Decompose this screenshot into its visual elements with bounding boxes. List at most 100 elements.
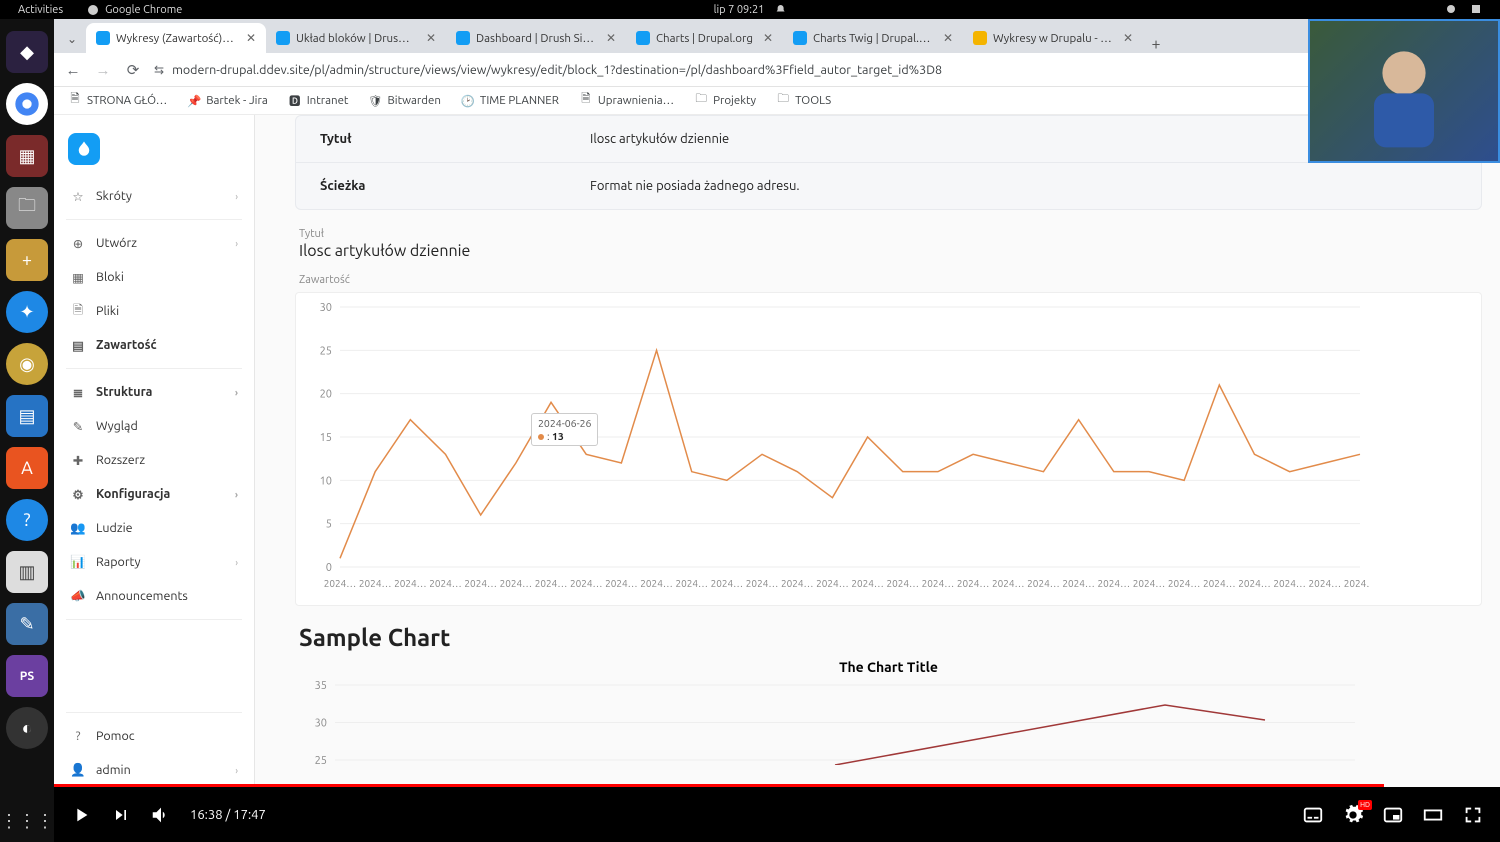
dock-files[interactable]: 🗀 — [6, 187, 48, 229]
dock-app[interactable]: ◉ — [6, 343, 48, 385]
browser-tab[interactable]: Wykresy w Drupalu - Pre ✕ — [963, 23, 1143, 53]
bookmark-item[interactable]: 🗀Projekty — [694, 94, 756, 108]
bookmark-icon: 🗎 — [68, 94, 82, 108]
sidebar-item-label: Rozszerz — [96, 453, 145, 467]
sidebar-item-zawartość[interactable]: ▤ Zawartość — [54, 328, 254, 362]
close-tab-icon[interactable]: ✕ — [939, 31, 953, 45]
svg-text:2024…: 2024… — [992, 578, 1025, 589]
sidebar-item-pomoc[interactable]: ? Pomoc — [54, 719, 254, 753]
url-field[interactable]: ⇆ modern-drupal.ddev.site/pl/admin/struc… — [154, 63, 1383, 77]
dock-app[interactable]: ▦ — [6, 135, 48, 177]
bookmark-item[interactable]: 🗀TOOLS — [776, 94, 831, 108]
close-tab-icon[interactable]: ✕ — [1119, 31, 1133, 45]
plus-circle-icon: ⊕ — [70, 235, 86, 251]
fullscreen-icon[interactable] — [1462, 804, 1484, 826]
chevron-right-icon: › — [235, 557, 238, 568]
dock-app[interactable]: ◆ — [6, 31, 48, 73]
chart-container: 0510152025302024…2024…2024…2024…2024…202… — [295, 292, 1482, 606]
tab-title: Charts | Drupal.org — [656, 32, 753, 45]
bookmark-icon: 🕑 — [461, 94, 475, 108]
next-icon[interactable] — [110, 804, 132, 826]
settings-icon[interactable] — [1342, 804, 1364, 826]
miniplayer-icon[interactable] — [1382, 804, 1404, 826]
sidebar-item-utwórz[interactable]: ⊕ Utwórz › — [54, 226, 254, 260]
sidebar-item-pliki[interactable]: 🗎 Pliki — [54, 294, 254, 328]
page-content: ☆ Skróty › ⊕ Utwórz › ▦ Bloki 🗎 Pliki ▤ … — [54, 115, 1500, 787]
dock-app[interactable]: A — [6, 447, 48, 489]
bookmark-item[interactable]: 🕑TIME PLANNER — [461, 94, 559, 108]
dock-help[interactable]: ? — [6, 499, 48, 541]
svg-text:2024…: 2024… — [429, 578, 462, 589]
close-tab-icon[interactable]: ✕ — [422, 31, 436, 45]
list-icon: ▤ — [70, 337, 86, 353]
bookmark-item[interactable]: 🅳Intranet — [288, 94, 349, 108]
dock-app[interactable]: ✦ — [6, 291, 48, 333]
new-tab-button[interactable]: + — [1143, 35, 1169, 53]
back-icon[interactable]: ← — [64, 61, 82, 79]
svg-text:30: 30 — [320, 302, 332, 314]
sidebar-item-konfiguracja[interactable]: ⚙ Konfiguracja › — [54, 477, 254, 511]
close-tab-icon[interactable]: ✕ — [759, 31, 773, 45]
bookmark-icon: 📌 — [187, 94, 201, 108]
info-value: Ilosc artykułów dziennie — [590, 132, 729, 146]
bookmark-item[interactable]: 📌Bartek - Jira — [187, 94, 268, 108]
sidebar-item-label: Konfiguracja — [96, 487, 170, 501]
sidebar-item-skróty[interactable]: ☆ Skróty › — [54, 179, 254, 213]
site-info-icon[interactable]: ⇆ — [154, 63, 164, 77]
browser-tab[interactable]: Układ bloków | Drush Sit ✕ — [266, 23, 446, 53]
sidebar-item-raporty[interactable]: 📊 Raporty › — [54, 545, 254, 579]
sidebar-item-struktura[interactable]: ≣ Struktura › — [54, 375, 254, 409]
info-label: Ścieżka — [320, 179, 590, 193]
svg-text:2024…: 2024… — [640, 578, 673, 589]
svg-text:2024…: 2024… — [464, 578, 497, 589]
close-tab-icon[interactable]: ✕ — [602, 31, 616, 45]
dock-app[interactable]: ▤ — [6, 395, 48, 437]
tabs-dropdown-icon[interactable]: ⌄ — [58, 25, 86, 53]
bookmark-item[interactable]: 🗎Uprawnienia… — [579, 94, 674, 108]
close-tab-icon[interactable]: ✕ — [242, 31, 256, 45]
svg-text:2024…: 2024… — [957, 578, 990, 589]
dock-chrome[interactable] — [6, 83, 48, 125]
bookmark-item[interactable]: 🛡Bitwarden — [368, 94, 440, 108]
reload-icon[interactable]: ⟳ — [124, 61, 142, 79]
activities-button[interactable]: Activities — [18, 4, 63, 16]
subtitles-icon[interactable] — [1302, 804, 1324, 826]
dock-app[interactable]: ✎ — [6, 603, 48, 645]
dock-app[interactable]: ▥ — [6, 551, 48, 593]
address-bar: ← → ⟳ ⇆ modern-drupal.ddev.site/pl/admin… — [54, 53, 1500, 87]
bookmark-item[interactable]: 🗎STRONA GŁÓ… — [68, 94, 167, 108]
svg-text:2024…: 2024… — [1027, 578, 1060, 589]
bookmark-icon: 🗀 — [694, 94, 708, 108]
notification-icon[interactable] — [774, 4, 786, 16]
topbar-clock: lip 7 09:21 — [714, 4, 765, 16]
sidebar-item-bloki[interactable]: ▦ Bloki — [54, 260, 254, 294]
drupal-logo[interactable] — [68, 133, 100, 165]
tab-title: Charts Twig | Drupal.org — [813, 32, 933, 45]
sidebar-item-rozszerz[interactable]: ✚ Rozszerz — [54, 443, 254, 477]
svg-text:2024…: 2024… — [1098, 578, 1131, 589]
theater-icon[interactable] — [1422, 804, 1444, 826]
dock-app[interactable]: PS — [6, 655, 48, 697]
sidebar-item-announcements[interactable]: 📣 Announcements — [54, 579, 254, 613]
forward-icon[interactable]: → — [94, 61, 112, 79]
svg-text:2024…: 2024… — [1203, 578, 1236, 589]
browser-tab[interactable]: Charts | Drupal.org ✕ — [626, 23, 783, 53]
chart-svg: 0510152025302024…2024…2024…2024…2024…202… — [300, 297, 1370, 597]
browser-tab[interactable]: Wykresy (Zawartość) | D ✕ — [86, 23, 266, 53]
dock-apps[interactable]: ⋮⋮⋮ — [6, 800, 48, 842]
status-icon — [1446, 4, 1457, 15]
svg-text:2024…: 2024… — [711, 578, 744, 589]
dock-app[interactable]: ◐ — [6, 707, 48, 749]
user-icon: 👤 — [70, 762, 86, 778]
sidebar-item-wygląd[interactable]: ✎ Wygląd — [54, 409, 254, 443]
browser-tab[interactable]: Dashboard | Drush Site- ✕ — [446, 23, 626, 53]
volume-icon[interactable] — [150, 804, 172, 826]
browser-tab[interactable]: Charts Twig | Drupal.org ✕ — [783, 23, 963, 53]
topbar-app[interactable]: Google Chrome — [87, 4, 182, 16]
sidebar-item-admin[interactable]: 👤 admin › — [54, 753, 254, 787]
svg-text:20: 20 — [320, 389, 332, 401]
sidebar-item-ludzie[interactable]: 👥 Ludzie — [54, 511, 254, 545]
dock-app[interactable]: + — [6, 239, 48, 281]
play-icon[interactable] — [70, 804, 92, 826]
svg-text:10: 10 — [320, 475, 332, 487]
